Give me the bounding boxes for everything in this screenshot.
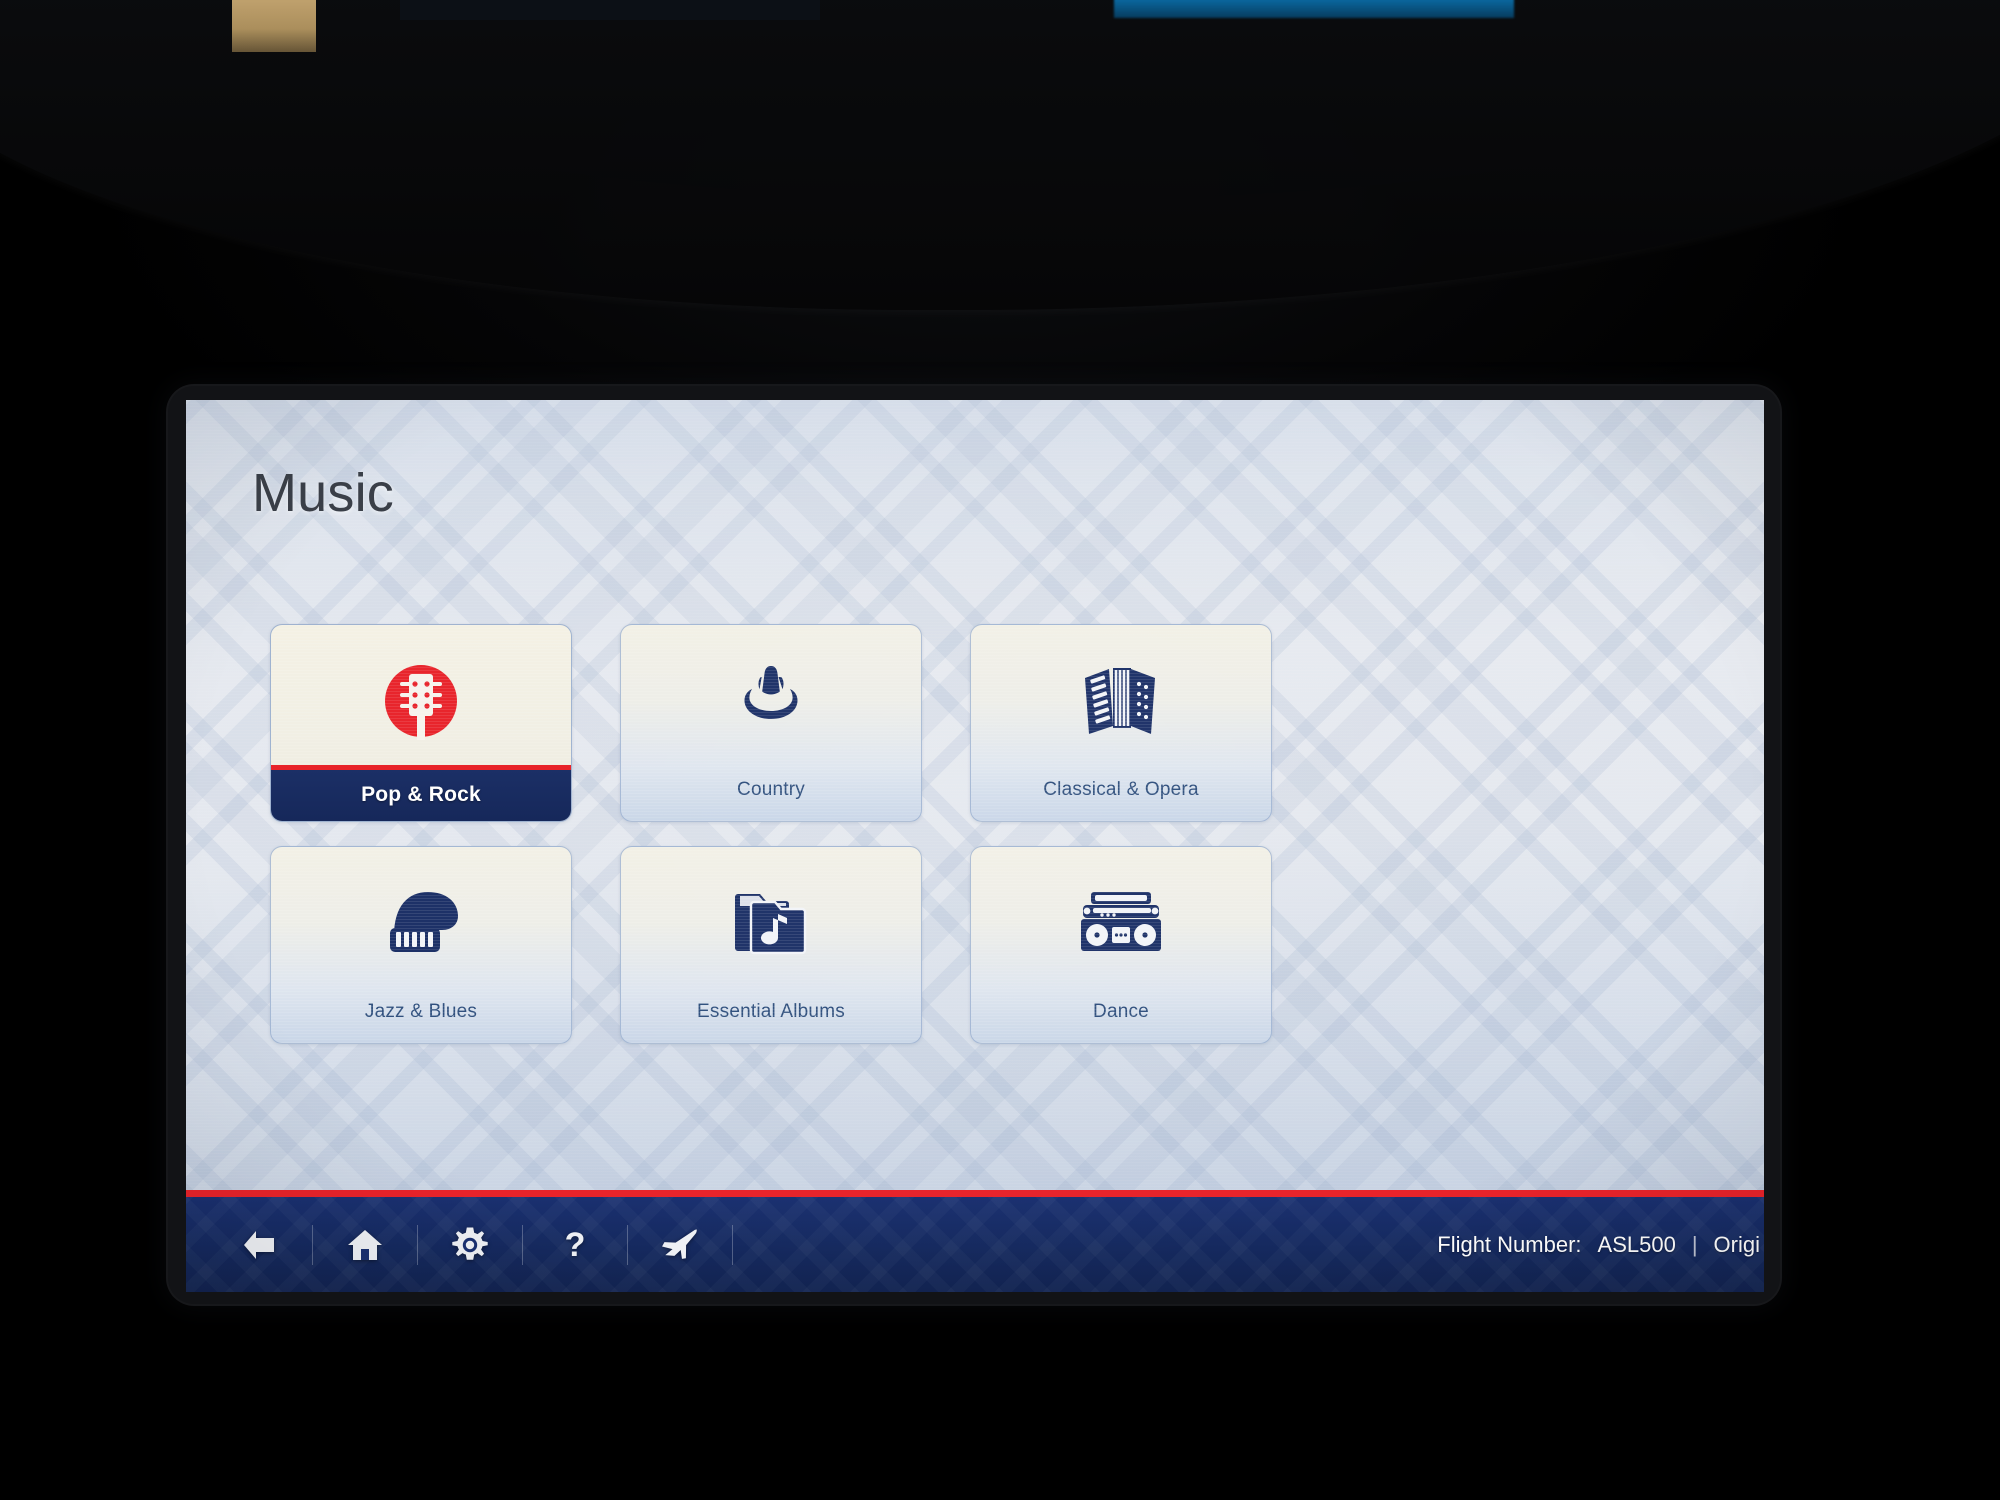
tile-label: Pop & Rock — [361, 783, 481, 806]
flight-map-button[interactable] — [628, 1197, 732, 1292]
aircraft-cabin-background: Music Pop & Rock Country Classical & Ope… — [0, 0, 2000, 1500]
boombox-icon — [971, 873, 1271, 969]
svg-text:?: ? — [565, 1226, 586, 1264]
tile-jazz-and-blues[interactable]: Jazz & Blues — [270, 846, 572, 1044]
tile-pop-and-rock[interactable]: Pop & Rock — [270, 624, 572, 822]
cabin-dark-panel — [400, 0, 820, 20]
content-area: Music Pop & Rock Country Classical & Ope… — [186, 400, 1764, 1190]
neighboring-screen-glow — [1114, 0, 1514, 18]
settings-button[interactable] — [418, 1197, 522, 1292]
back-arrow-icon — [240, 1227, 280, 1263]
gear-icon — [451, 1226, 489, 1264]
tile-label: Essential Albums — [697, 1001, 845, 1022]
flight-info-separator: | — [1691, 1231, 1698, 1257]
flight-number-value: ASL500 — [1597, 1231, 1676, 1257]
accordion-icon — [971, 651, 1271, 747]
tile-essential-albums[interactable]: Essential Albums — [620, 846, 922, 1044]
flight-number-label: Flight Number: — [1437, 1231, 1582, 1257]
music-folder-icon — [621, 873, 921, 969]
airplane-icon — [659, 1226, 701, 1264]
home-button[interactable] — [313, 1197, 417, 1292]
back-button[interactable] — [208, 1197, 312, 1292]
cabin-light-strip — [232, 0, 316, 52]
navigation-icon-bar: ? — [208, 1197, 733, 1292]
tile-country[interactable]: Country — [620, 624, 922, 822]
flight-info: Flight Number: ASL500 | Origi — [1437, 1197, 1764, 1292]
cowboy-hat-icon — [621, 651, 921, 747]
ife-screen: Music Pop & Rock Country Classical & Ope… — [186, 400, 1764, 1292]
grand-piano-icon — [271, 873, 571, 969]
footer-bar: ? Flight Number: ASL500 | Origi — [186, 1197, 1764, 1292]
page-title: Music — [252, 463, 395, 523]
question-mark-icon: ? — [558, 1226, 592, 1264]
tile-label: Dance — [1093, 1001, 1149, 1022]
tile-classical-and-opera[interactable]: Classical & Opera — [970, 624, 1272, 822]
footer-red-divider — [186, 1190, 1764, 1197]
home-icon — [345, 1227, 385, 1263]
music-category-grid: Pop & Rock Country Classical & Opera Jaz… — [270, 624, 1280, 1044]
tile-label: Country — [737, 779, 805, 800]
origin-label-clipped: Origi — [1713, 1231, 1760, 1257]
nav-divider — [732, 1224, 733, 1265]
tile-label: Classical & Opera — [1043, 779, 1199, 800]
tile-dance[interactable]: Dance — [970, 846, 1272, 1044]
help-button[interactable]: ? — [523, 1197, 627, 1292]
guitar-headstock-icon — [271, 655, 571, 751]
tile-label: Jazz & Blues — [364, 1001, 478, 1022]
